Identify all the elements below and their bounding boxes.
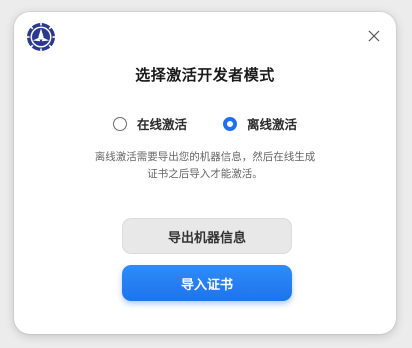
radio-online-activation[interactable]: 在线激活 bbox=[112, 114, 187, 133]
radio-button-checked[interactable] bbox=[223, 116, 237, 131]
developer-mode-dialog: 选择激活开发者模式 在线激活 离线激活 离线激活需要导出您的机器信息，然后在线生… bbox=[14, 12, 396, 334]
description-line-1: 离线激活需要导出您的机器信息，然后在线生成 bbox=[94, 151, 316, 163]
export-machine-info-button[interactable]: 导出机器信息 bbox=[122, 218, 292, 254]
radio-label-online: 在线激活 bbox=[136, 117, 187, 132]
import-certificate-button[interactable]: 导入证书 bbox=[122, 265, 292, 301]
description-line-2: 证书之后导入才能激活。 bbox=[147, 168, 263, 180]
close-button[interactable] bbox=[364, 26, 384, 46]
screen: 选择激活开发者模式 在线激活 离线激活 离线激活需要导出您的机器信息，然后在线生… bbox=[0, 0, 412, 348]
radio-offline-activation[interactable]: 离线激活 bbox=[223, 114, 297, 133]
offline-activation-description: 离线激活需要导出您的机器信息，然后在线生成 证书之后导入才能激活。 bbox=[74, 149, 336, 183]
app-logo-icon bbox=[26, 22, 56, 52]
dialog-title: 选择激活开发者模式 bbox=[135, 66, 275, 84]
close-icon bbox=[368, 30, 380, 42]
radio-button-unchecked[interactable] bbox=[112, 116, 127, 131]
radio-label-offline: 离线激活 bbox=[247, 117, 298, 132]
activation-mode-group: 在线激活 离线激活 bbox=[14, 114, 396, 133]
